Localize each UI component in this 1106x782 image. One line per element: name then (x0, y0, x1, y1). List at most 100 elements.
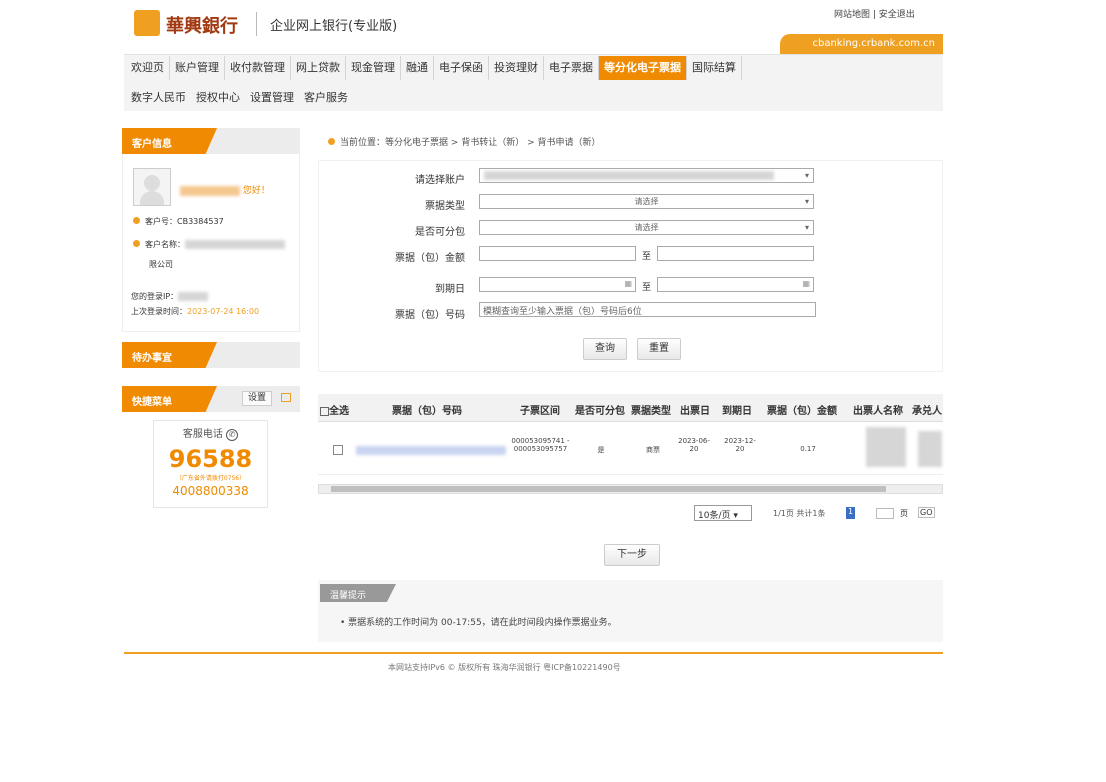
col-acceptor: 承兑人 (912, 406, 942, 417)
col-bill-no: 票据（包）号码 (392, 406, 462, 417)
nav-auth[interactable]: 授权中心 (191, 86, 245, 110)
nav-account[interactable]: 账户管理 (170, 56, 225, 80)
bullet-icon (328, 138, 335, 145)
chevron-down-icon: ▾ (804, 197, 809, 206)
due-date-to: 至 (642, 283, 652, 293)
nav-intl[interactable]: 国际结算 (687, 56, 742, 80)
calendar-icon[interactable]: ▦ (802, 279, 810, 288)
go-button[interactable]: GO (918, 507, 935, 518)
todo-header[interactable]: 待办事宜 (122, 342, 300, 368)
nav-service[interactable]: 客户服务 (299, 86, 353, 110)
hotline-label: 客服电话 ✆ (154, 425, 267, 441)
nav-loan[interactable]: 网上贷款 (291, 56, 346, 80)
query-button[interactable]: 查询 (583, 338, 627, 360)
checkbox[interactable] (320, 406, 329, 416)
bill-type-label: 票据类型 (425, 201, 465, 212)
col-split: 是否可分包 (575, 406, 625, 417)
last-login-ip: 您的登录IP： (131, 291, 209, 302)
per-page-select[interactable]: 10条/页 ▾ (694, 505, 752, 521)
col-range: 子票区间 (520, 406, 560, 417)
customer-info-title: 客户信息 (122, 128, 217, 154)
horizontal-scrollbar[interactable] (318, 484, 943, 494)
nav-settings[interactable]: 设置管理 (245, 86, 299, 110)
footer-divider (124, 652, 943, 654)
system-title: 企业网上银行(专业版) (270, 19, 398, 34)
phone-icon: ✆ (226, 429, 239, 441)
bank-name: 華興銀行 (166, 16, 238, 37)
row-drawer (866, 427, 906, 467)
tip-title: 温馨提示 (320, 584, 396, 602)
page-suffix: 页 (900, 509, 908, 518)
shortcut-title: 快捷菜单 (122, 386, 217, 412)
breadcrumb: 当前位置：等分化电子票据 > 背书转让（新） > 背书申请（新） (328, 135, 601, 148)
footer-text: 本网站支持IPv6 © 版权所有 珠海华润银行 粤ICP备10221490号 (388, 663, 621, 672)
secondary-nav: 数字人民币 授权中心 设置管理 客户服务 (126, 86, 353, 110)
hotline-note: （广东省外请拨打0756） (175, 475, 246, 482)
due-date-label: 到期日 (435, 284, 465, 295)
current-page[interactable]: 1 (846, 507, 855, 519)
amount-min-input[interactable] (479, 246, 636, 261)
col-type: 票据类型 (631, 406, 671, 417)
bullet-icon (133, 217, 140, 224)
nav-ecny[interactable]: 数字人民币 (126, 86, 191, 110)
greeting: 您好！ (180, 183, 270, 196)
next-step-button[interactable]: 下一步 (604, 544, 660, 566)
reset-button[interactable]: 重置 (637, 338, 681, 360)
last-login-time: 上次登录时间：2023-07-24 16:00 (131, 307, 260, 316)
chevron-down-icon: ▾ (804, 223, 809, 232)
hotline-box: 客服电话 ✆ 96588 （广东省外请拨打0756） 4008800338 (153, 420, 268, 508)
row-issue: 2023-06-20 (678, 437, 710, 453)
nav-invest[interactable]: 投资理财 (489, 56, 544, 80)
bank-logo-icon (134, 10, 160, 36)
calendar-icon[interactable]: ▦ (624, 279, 632, 288)
hotline-number: 96588 (168, 445, 253, 473)
row-amount: 0.17 (800, 445, 816, 453)
nav-welcome[interactable]: 欢迎页 (126, 56, 170, 80)
todo-title: 待办事宜 (122, 342, 217, 368)
account-label: 请选择账户 (415, 175, 465, 186)
row-checkbox[interactable] (333, 445, 343, 455)
col-drawer: 出票人名称 (853, 406, 903, 417)
bill-type-select[interactable]: 请选择 ▾ (479, 194, 814, 209)
table-row[interactable]: 000053095741 - 000053095757 是 商票 2023-06… (318, 423, 943, 475)
col-issue: 出票日 (680, 406, 710, 417)
page-input[interactable] (876, 508, 894, 519)
amount-max-input[interactable] (657, 246, 814, 261)
customer-name-suffix: 限公司 (149, 260, 173, 269)
scroll-thumb[interactable] (331, 486, 886, 492)
shortcut-header: 快捷菜单 设置 (122, 386, 300, 412)
top-links[interactable]: 网站地图 | 安全退出 (834, 7, 915, 20)
nav-rongtong[interactable]: 融通 (401, 56, 434, 80)
row-range: 000053095741 - 000053095757 (511, 437, 570, 453)
row-due: 2023-12-20 (724, 437, 756, 453)
customer-name: 客户名称： (133, 239, 285, 250)
folder-icon[interactable] (281, 393, 291, 402)
account-select[interactable]: ▾ (479, 168, 814, 183)
select-all[interactable]: 全选 (320, 402, 349, 417)
customer-info-header: 客户信息 (122, 128, 300, 154)
amount-to: 至 (642, 252, 652, 262)
row-acceptor (918, 431, 942, 467)
header-divider (256, 12, 257, 36)
customer-no: 客户号：CB3384537 (133, 216, 224, 227)
nav-ebill[interactable]: 电子票据 (544, 56, 599, 80)
avatar (133, 168, 171, 206)
chevron-down-icon: ▾ (804, 171, 809, 180)
tip-box: 温馨提示 • 票据系统的工作时间为 00-17:55，请在此时间段内操作票据业务… (318, 580, 943, 642)
bank-url: cbanking.crbank.com.cn (780, 34, 943, 54)
nav-payment[interactable]: 收付款管理 (225, 56, 291, 80)
bill-no-label: 票据（包）号码 (395, 310, 465, 321)
nav-split-ebill[interactable]: 等分化电子票据 (599, 56, 687, 80)
nav-cash[interactable]: 现金管理 (346, 56, 401, 80)
due-date-start-input[interactable]: ▦ (479, 277, 636, 292)
query-form: 请选择账户 ▾ 票据类型 请选择 ▾ 是否可分包 请选择 ▾ 票据（包）金额 至 到… (318, 160, 943, 372)
nav-guarantee[interactable]: 电子保函 (434, 56, 489, 80)
splittable-select[interactable]: 请选择 ▾ (479, 220, 814, 235)
shortcut-setting-button[interactable]: 设置 (242, 391, 272, 406)
due-date-end-input[interactable]: ▦ (657, 277, 814, 292)
hotline-national: 4008800338 (172, 484, 249, 498)
bill-no-input[interactable]: 模糊查询至少输入票据（包）号码后6位 (479, 302, 816, 317)
row-split: 是 (597, 446, 605, 454)
bullet-icon (133, 240, 140, 247)
row-type: 商票 (646, 446, 660, 454)
